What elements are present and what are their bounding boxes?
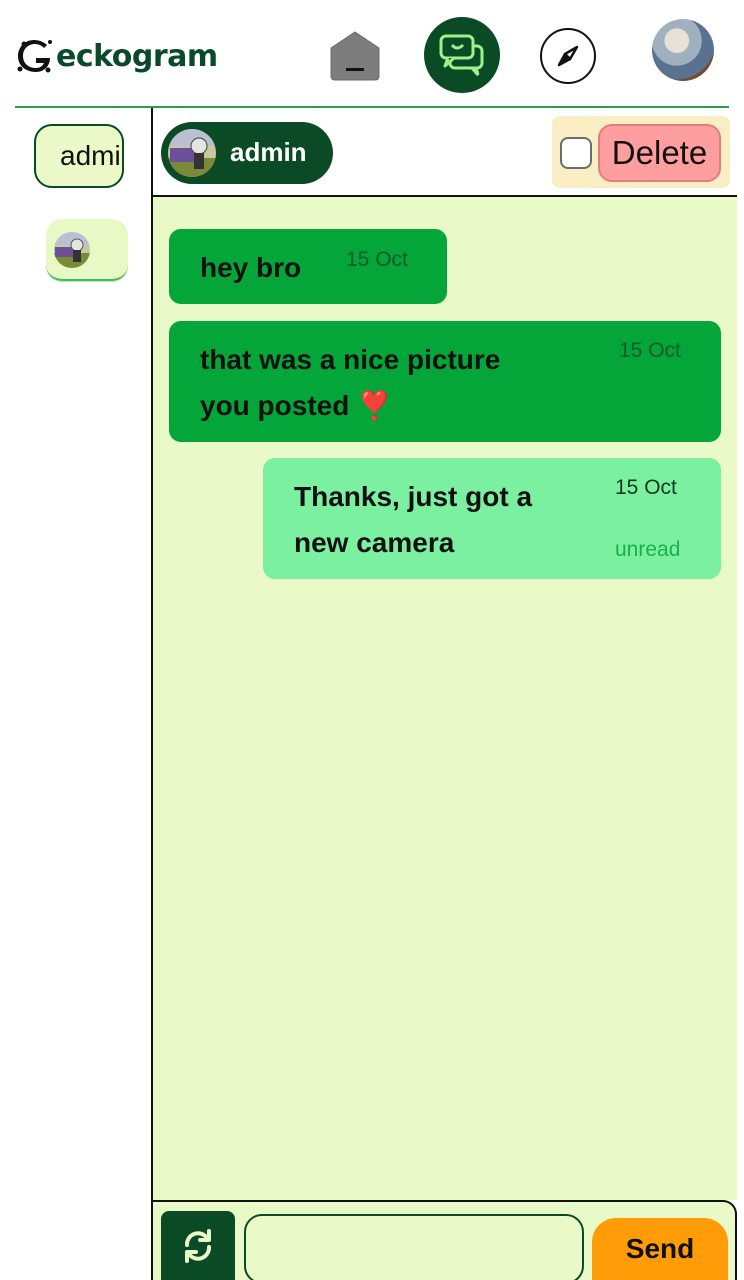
chat-user-badge[interactable]: admin bbox=[161, 122, 333, 184]
message-date: 15 Oct bbox=[346, 248, 408, 271]
message-text: you posted ❣️ bbox=[200, 390, 392, 421]
refresh-button[interactable] bbox=[161, 1211, 235, 1280]
nav-home-button[interactable] bbox=[328, 30, 382, 82]
app-logo[interactable]: eckogram bbox=[14, 36, 218, 76]
nav-chats-button[interactable] bbox=[424, 17, 500, 93]
message-date: 15 Oct bbox=[615, 476, 677, 499]
refresh-icon bbox=[185, 1228, 211, 1263]
avatar bbox=[168, 129, 216, 177]
message-date: 15 Oct bbox=[619, 339, 681, 362]
chat-bubbles-icon bbox=[439, 34, 484, 76]
top-navbar: eckogram bbox=[0, 0, 744, 108]
message-text: hey bro bbox=[200, 252, 302, 283]
contact-search-input[interactable] bbox=[34, 124, 124, 188]
send-button[interactable]: Send bbox=[592, 1218, 728, 1280]
avatar bbox=[54, 232, 90, 268]
message-text: new camera bbox=[294, 527, 455, 558]
gecko-logo-icon bbox=[17, 40, 52, 73]
house-icon bbox=[330, 31, 380, 81]
message-text: that was a nice picture bbox=[200, 344, 501, 375]
app: eckogram admin admin Delete hey bro 15 O… bbox=[0, 0, 744, 1280]
message-bubble[interactable]: hey bro 15 Oct bbox=[169, 229, 447, 304]
message-status: unread bbox=[615, 538, 681, 561]
compass-icon bbox=[557, 45, 579, 67]
chat-user-name: admin bbox=[230, 137, 307, 167]
contact-item-admin[interactable] bbox=[46, 219, 128, 281]
message-text: Thanks, just got a bbox=[294, 481, 533, 512]
message-bubble[interactable]: Thanks, just got a new camera 15 Oct unr… bbox=[263, 458, 721, 579]
delete-button[interactable]: Delete bbox=[598, 124, 721, 182]
profile-avatar[interactable] bbox=[652, 19, 714, 81]
message-input[interactable] bbox=[244, 1214, 584, 1280]
app-title: eckogram bbox=[56, 38, 218, 74]
nav-explore-button[interactable] bbox=[540, 28, 596, 84]
chat-list-sidebar bbox=[0, 108, 152, 1280]
message-bubble[interactable]: that was a nice picture you posted ❣️ 15… bbox=[169, 321, 721, 442]
select-messages-checkbox[interactable] bbox=[560, 137, 592, 169]
